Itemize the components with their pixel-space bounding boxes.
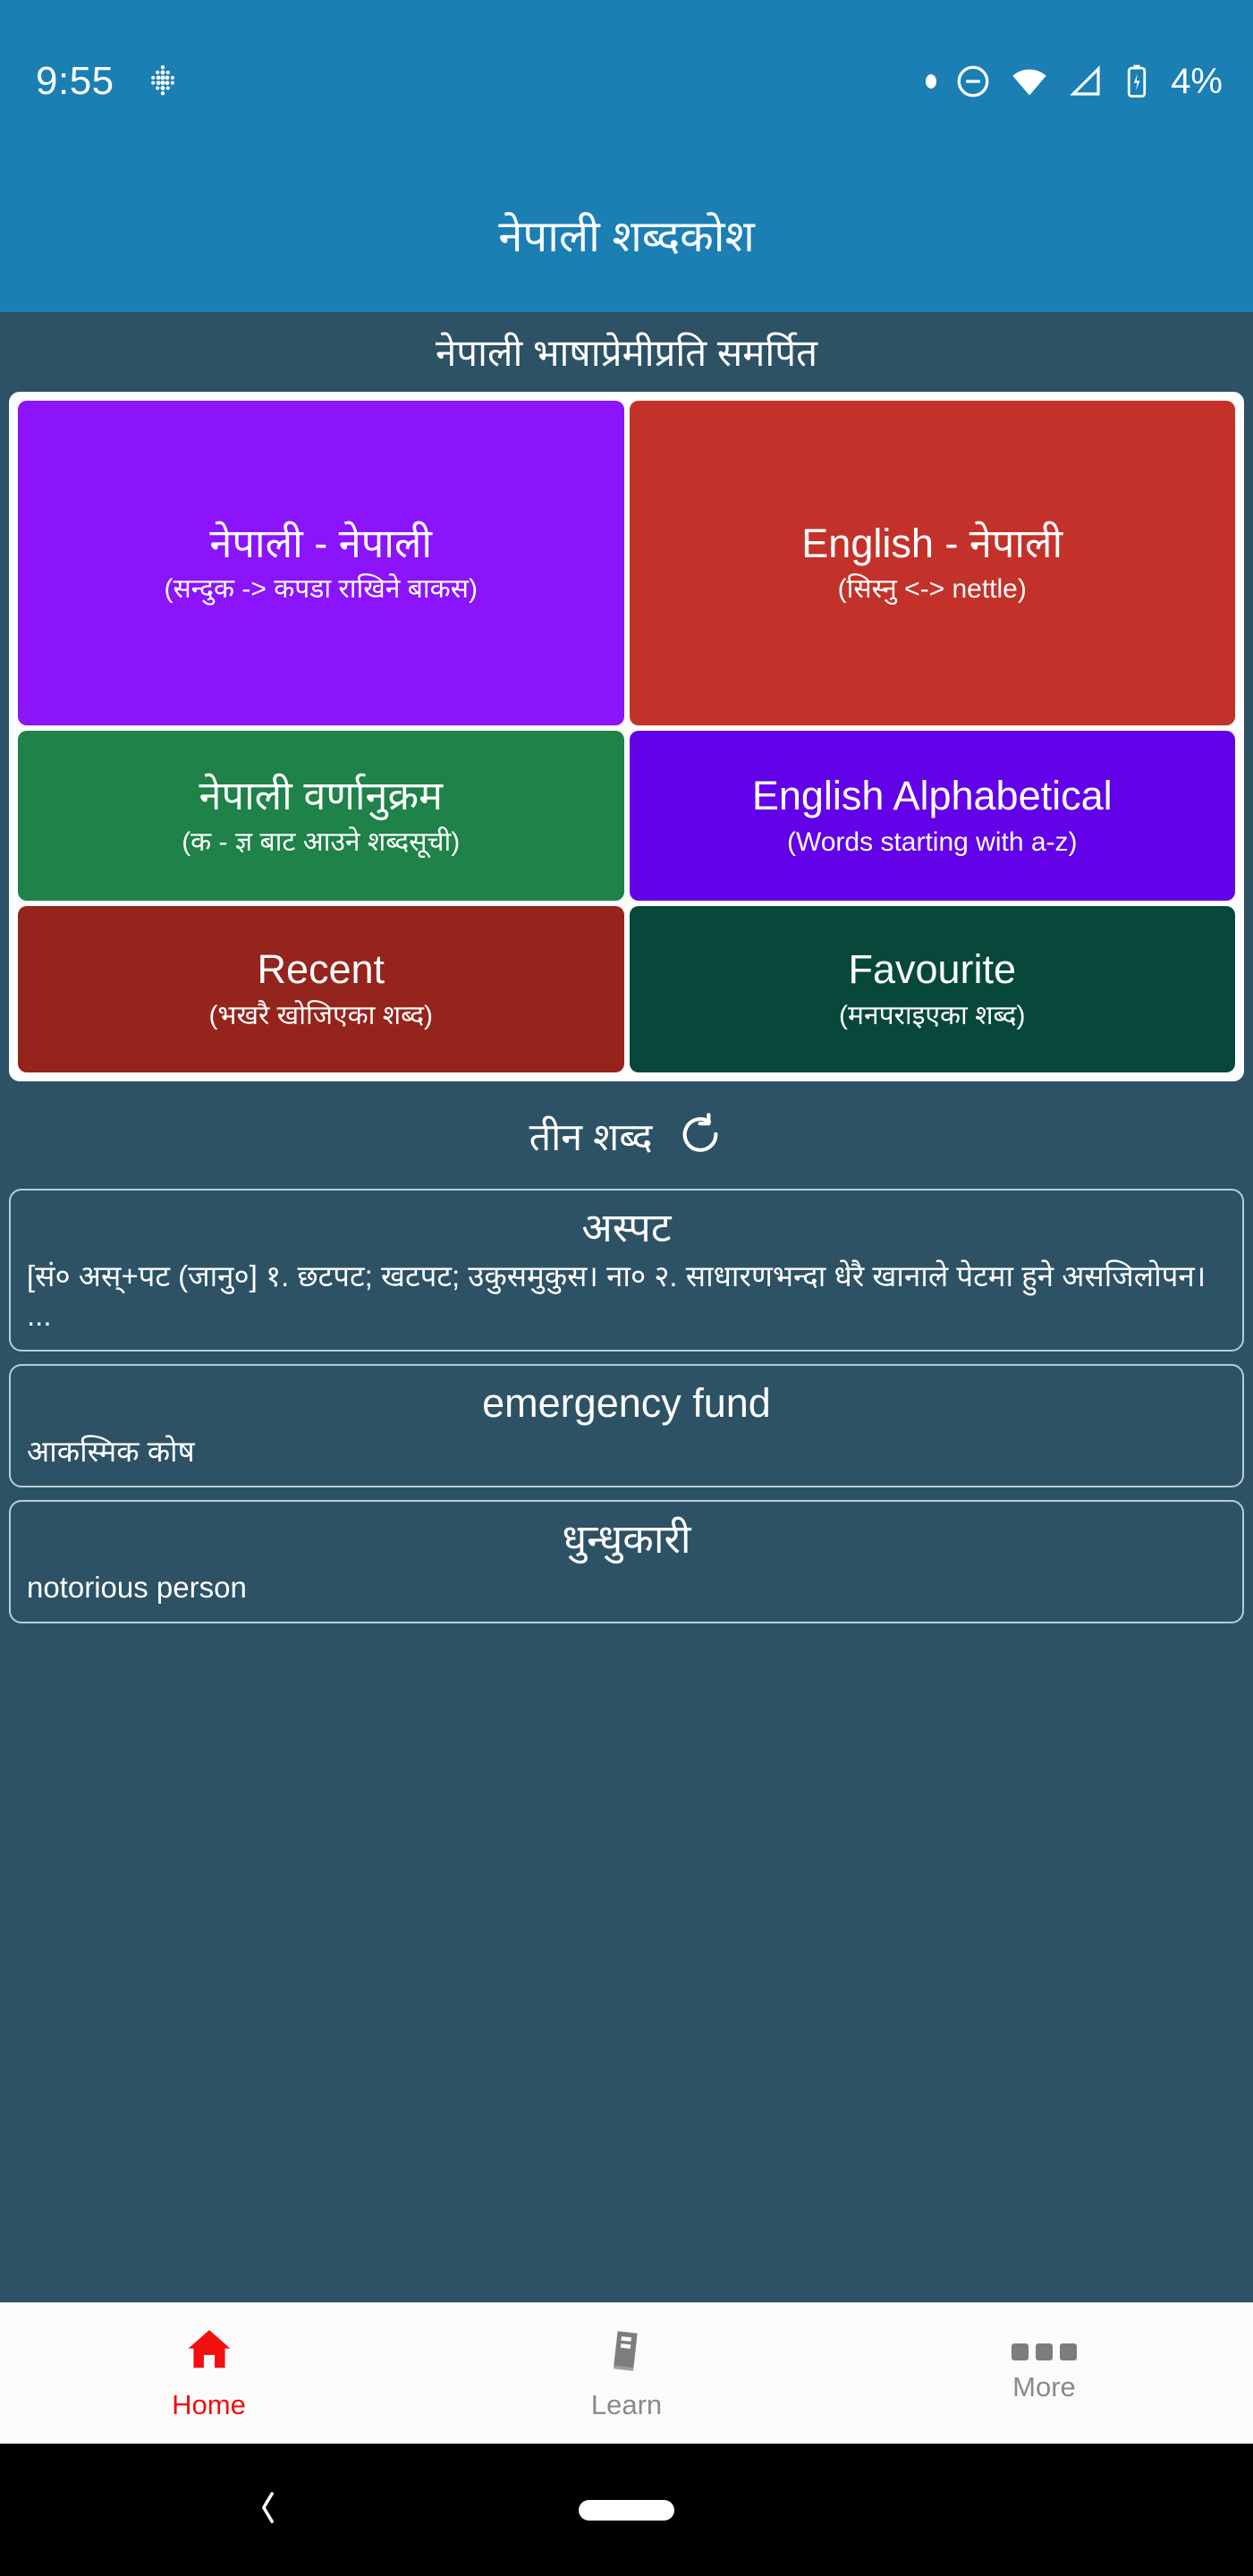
book-icon [604, 2326, 650, 2378]
tile-title: English - नेपाली [801, 520, 1063, 566]
tile-subtitle: (सिस्नु <-> nettle) [837, 574, 1027, 605]
home-icon [183, 2326, 235, 2378]
menu-grid-row-3: Recent (भखरै खोजिएका शब्द) Favourite (मन… [18, 906, 1235, 1072]
tile-title: नेपाली वर्णानुक्रम [199, 773, 443, 819]
nav-label: Home [172, 2389, 246, 2420]
nav-item-learn[interactable]: Learn [418, 2326, 835, 2421]
three-words-label: तीन शब्द [529, 1115, 653, 1159]
word-title: emergency fund [482, 1380, 771, 1426]
tile-subtitle: (Words starting with a-z) [786, 826, 1078, 857]
notification-dot-icon [926, 74, 937, 89]
more-dots-icon [1012, 2343, 1077, 2360]
menu-grid-row-2: नेपाली वर्णानुक्रम (क - ज्ञ बाट आउने शब्… [18, 731, 1235, 901]
do-not-disturb-icon [954, 63, 992, 100]
nav-label: Learn [590, 2389, 663, 2420]
nav-item-home[interactable]: Home [0, 2326, 418, 2421]
app-screen: 9:55 4% नेपाली शब्दकोश नेपाली भाषाप्रेमी… [0, 0, 1253, 2576]
app-title: नेपाली शब्दकोश [498, 213, 755, 261]
tile-english-nepali[interactable]: English - नेपाली (सिस्नु <-> nettle) [629, 401, 1235, 725]
word-title: धुन्धुकारी [562, 1516, 691, 1563]
tile-favourite[interactable]: Favourite (मनपराइएका शब्द) [629, 906, 1235, 1072]
tile-recent[interactable]: Recent (भखरै खोजिएका शब्द) [18, 906, 624, 1072]
tile-nepali-nepali[interactable]: नेपाली - नेपाली (सन्दुक -> कपडा राखिने ब… [18, 401, 624, 725]
three-words-header: तीन शब्द [0, 1081, 1253, 1189]
status-bar-left: 9:55 [36, 59, 181, 104]
wifi-icon [1010, 62, 1049, 101]
tile-title: Favourite [848, 946, 1017, 993]
nav-item-more[interactable]: More [835, 2343, 1253, 2403]
word-title: अस्पट [581, 1205, 672, 1250]
word-definition: आकस्मिक कोष [27, 1435, 195, 1469]
android-navigation-bar [0, 2444, 1253, 2576]
tile-subtitle: (सन्दुक -> कपडा राखिने बाकस) [164, 574, 478, 605]
word-definition: [सं० अस्+पट (जानु०] १. छटपट; खटपट; उकुसम… [27, 1259, 1206, 1333]
main-content: नेपाली भाषाप्रेमीप्रति समर्पित नेपाली - … [0, 312, 1253, 2302]
battery-icon [1122, 63, 1151, 100]
status-clock: 9:55 [36, 59, 114, 103]
tile-subtitle: (मनपराइएका शब्द) [839, 1000, 1026, 1030]
app-bar: नेपाली शब्दकोश [0, 163, 1253, 312]
status-bar-right: 4% [926, 62, 1223, 102]
bottom-navigation: Home Learn More [0, 2302, 1253, 2444]
subtitle-text: नेपाली भाषाप्रेमीप्रति समर्पित [435, 332, 818, 374]
app-dots-icon [145, 64, 181, 99]
tile-title: नेपाली - नेपाली [209, 520, 433, 566]
back-chevron-icon[interactable] [252, 2486, 283, 2535]
refresh-icon[interactable] [677, 1112, 724, 1158]
tile-title: Recent [257, 946, 385, 993]
cellular-signal-icon [1067, 63, 1105, 100]
word-list: अस्पट [सं० अस्+पट (जानु०] १. छटपट; खटपट;… [0, 1189, 1253, 1624]
tile-title: English Alphabetical [751, 773, 1113, 819]
word-card[interactable]: धुन्धुकारी notorious person [9, 1500, 1244, 1624]
word-card[interactable]: emergency fund आकस्मिक कोष [9, 1364, 1244, 1488]
subtitle-bar: नेपाली भाषाप्रेमीप्रति समर्पित [0, 312, 1253, 392]
nav-label: More [1012, 2371, 1076, 2402]
status-bar: 9:55 4% [0, 0, 1253, 163]
word-definition: notorious person [27, 1571, 247, 1605]
menu-grid-row-1: नेपाली - नेपाली (सन्दुक -> कपडा राखिने ब… [18, 401, 1235, 725]
tile-nepali-alphabetical[interactable]: नेपाली वर्णानुक्रम (क - ज्ञ बाट आउने शब्… [18, 731, 624, 901]
tile-english-alphabetical[interactable]: English Alphabetical (Words starting wit… [629, 731, 1235, 901]
menu-grid: नेपाली - नेपाली (सन्दुक -> कपडा राखिने ब… [9, 392, 1244, 1081]
word-card[interactable]: अस्पट [सं० अस्+पट (जानु०] १. छटपट; खटपट;… [9, 1189, 1244, 1352]
tile-subtitle: (क - ज्ञ बाट आउने शब्दसूची) [182, 826, 461, 857]
battery-percent: 4% [1171, 61, 1223, 101]
home-pill-icon[interactable] [579, 2499, 674, 2521]
tile-subtitle: (भखरै खोजिएका शब्द) [208, 1000, 434, 1030]
